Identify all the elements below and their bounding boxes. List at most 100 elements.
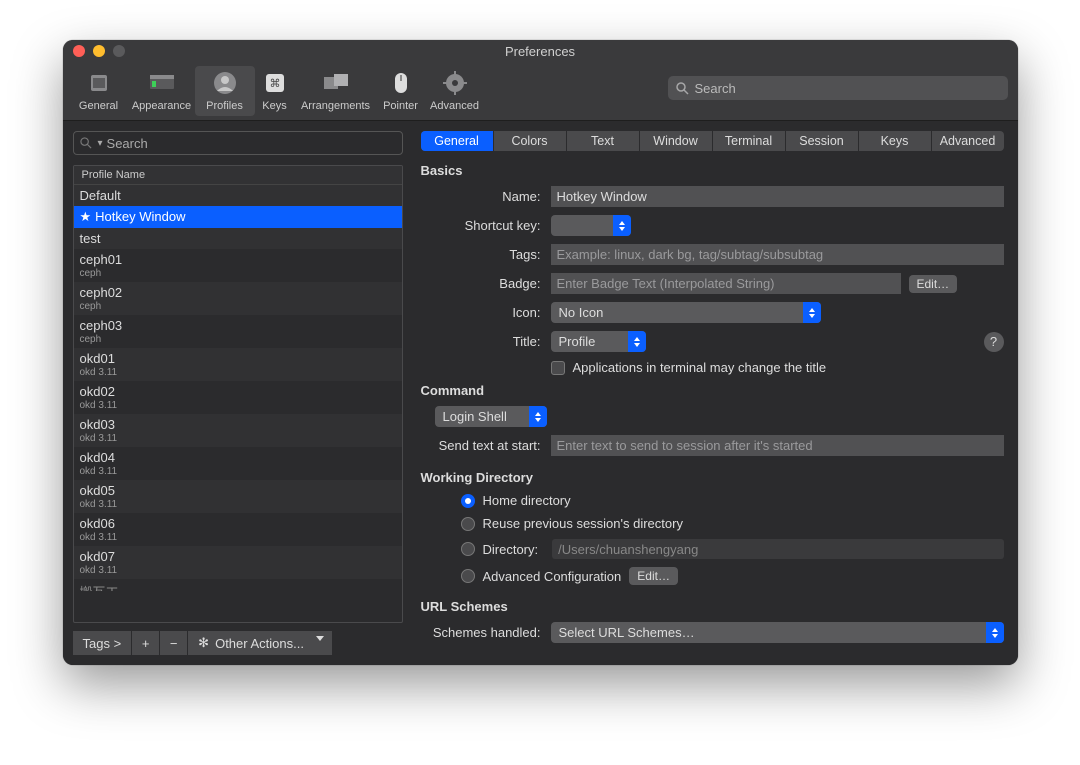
profile-row[interactable]: ceph03ceph (74, 315, 402, 348)
custom-dir-radio[interactable] (461, 542, 475, 556)
profile-row[interactable]: okd07okd 3.11 (74, 546, 402, 579)
command-type-popup[interactable]: Login Shell (435, 406, 547, 427)
profile-row[interactable]: okd03okd 3.11 (74, 414, 402, 447)
working-dir-heading: Working Directory (421, 470, 1004, 485)
tab-window[interactable]: Window (640, 131, 713, 151)
schemes-popup[interactable]: Select URL Schemes… (551, 622, 1004, 643)
right-pane: General Colors Text Window Terminal Sess… (413, 121, 1018, 665)
toolbar-arrangements[interactable]: Arrangements (295, 66, 377, 116)
other-actions-button[interactable]: ✻ Other Actions... (188, 631, 332, 655)
svg-text:⌘: ⌘ (269, 78, 280, 90)
title-popup[interactable]: Profile (551, 331, 646, 352)
advanced-dir-radio[interactable] (461, 569, 475, 583)
profile-bottom-bar: Tags > + − ✻ Other Actions... (73, 631, 403, 655)
directory-input[interactable] (552, 539, 1003, 559)
search-icon (676, 82, 689, 95)
remove-profile-button[interactable]: − (160, 631, 188, 655)
profile-row[interactable]: okd06okd 3.11 (74, 513, 402, 546)
star-icon: ★ (80, 209, 92, 224)
profile-row[interactable]: okd05okd 3.11 (74, 480, 402, 513)
popup-arrows-icon (628, 331, 646, 352)
profile-row[interactable]: okd02okd 3.11 (74, 381, 402, 414)
apps-change-title-label: Applications in terminal may change the … (573, 360, 827, 375)
profile-list[interactable]: Profile Name Default ★Hotkey Window test… (73, 165, 403, 623)
help-button[interactable]: ? (984, 332, 1004, 352)
tab-terminal[interactable]: Terminal (713, 131, 786, 151)
url-schemes-heading: URL Schemes (421, 599, 1004, 614)
home-dir-radio[interactable] (461, 494, 475, 508)
profile-row[interactable]: test (74, 228, 402, 249)
toolbar: General Appearance Profiles ⌘ Keys Arran… (63, 63, 1018, 121)
profile-row[interactable]: 搬瓦工 (74, 579, 402, 591)
profile-row[interactable]: ceph01ceph (74, 249, 402, 282)
icon-popup[interactable]: No Icon (551, 302, 821, 323)
traffic-lights (73, 45, 125, 57)
profile-tabs: General Colors Text Window Terminal Sess… (421, 131, 1004, 151)
shortcut-popup[interactable] (551, 215, 631, 236)
name-input[interactable] (551, 186, 1004, 207)
apps-change-title-checkbox[interactable] (551, 361, 565, 375)
minimize-button[interactable] (93, 45, 105, 57)
tab-general[interactable]: General (421, 131, 494, 151)
badge-label: Badge: (421, 276, 551, 291)
tab-colors[interactable]: Colors (494, 131, 567, 151)
close-button[interactable] (73, 45, 85, 57)
schemes-label: Schemes handled: (421, 625, 551, 640)
slider-icon (84, 70, 114, 96)
advanced-dir-label: Advanced Configuration (483, 569, 622, 584)
add-profile-button[interactable]: + (132, 631, 160, 655)
badge-edit-button[interactable]: Edit… (909, 275, 958, 293)
basics-heading: Basics (421, 163, 1004, 178)
zoom-button[interactable] (113, 45, 125, 57)
profile-search[interactable]: ▾ Search (73, 131, 403, 155)
send-text-label: Send text at start: (421, 438, 551, 453)
window-title: Preferences (505, 44, 575, 59)
toolbar-profiles[interactable]: Profiles (195, 66, 255, 116)
profile-row[interactable]: okd01okd 3.11 (74, 348, 402, 381)
tab-text[interactable]: Text (567, 131, 640, 151)
popup-arrows-icon (986, 622, 1004, 643)
pointer-icon (386, 70, 416, 96)
icon-label: Icon: (421, 305, 551, 320)
toolbar-general[interactable]: General (69, 66, 129, 116)
tags-button[interactable]: Tags > (73, 631, 133, 655)
command-heading: Command (421, 383, 1004, 398)
profile-row[interactable]: okd04okd 3.11 (74, 447, 402, 480)
popup-arrows-icon (803, 302, 821, 323)
tab-keys[interactable]: Keys (859, 131, 932, 151)
profiles-icon (210, 70, 240, 96)
popup-arrows-icon (613, 215, 631, 236)
send-text-input[interactable] (551, 435, 1004, 456)
tags-input[interactable] (551, 244, 1004, 265)
tab-session[interactable]: Session (786, 131, 859, 151)
profile-row[interactable]: Default (74, 185, 402, 206)
profile-row[interactable]: ceph02ceph (74, 282, 402, 315)
shortcut-label: Shortcut key: (421, 218, 551, 233)
gear-icon (440, 70, 470, 96)
advanced-dir-edit-button[interactable]: Edit… (629, 567, 678, 585)
reuse-dir-label: Reuse previous session's directory (483, 516, 683, 531)
name-label: Name: (421, 189, 551, 204)
gear-icon: ✻ (198, 635, 209, 651)
preferences-window: Preferences General Appearance Profiles … (63, 40, 1018, 665)
title-label: Title: (421, 334, 551, 349)
popup-arrows-icon (529, 406, 547, 427)
home-dir-label: Home directory (483, 493, 571, 508)
badge-input[interactable] (551, 273, 901, 294)
profile-row[interactable]: ★Hotkey Window (74, 206, 402, 228)
reuse-dir-radio[interactable] (461, 517, 475, 531)
chevron-down-icon (316, 636, 324, 641)
keys-icon: ⌘ (260, 70, 290, 96)
toolbar-advanced[interactable]: Advanced (425, 66, 485, 116)
left-pane: ▾ Search Profile Name Default ★Hotkey Wi… (63, 121, 413, 665)
toolbar-search[interactable]: Search (668, 76, 1008, 100)
arrangements-icon (321, 70, 351, 96)
toolbar-appearance[interactable]: Appearance (129, 66, 195, 116)
appearance-icon (147, 70, 177, 96)
toolbar-keys[interactable]: ⌘ Keys (255, 66, 295, 116)
tags-label: Tags: (421, 247, 551, 262)
custom-dir-label: Directory: (483, 542, 539, 557)
toolbar-pointer[interactable]: Pointer (377, 66, 425, 116)
tab-advanced[interactable]: Advanced (932, 131, 1004, 151)
profile-list-header: Profile Name (74, 166, 402, 185)
